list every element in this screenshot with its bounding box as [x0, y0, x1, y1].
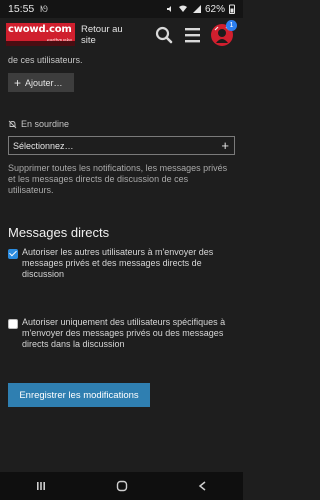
back-to-site-link[interactable]: Retour au site: [81, 24, 131, 46]
status-notification-icon: ᘚ: [40, 3, 48, 14]
allow-specific-users-checkbox[interactable]: [8, 319, 18, 329]
battery-icon: [229, 4, 235, 14]
home-icon[interactable]: [116, 480, 128, 492]
allow-all-messages-label[interactable]: Autoriser les autres utilisateurs à m'en…: [22, 247, 238, 280]
back-icon[interactable]: [197, 480, 209, 492]
site-logo[interactable]: cwowd.com earthquake: [6, 23, 75, 46]
page: 15:55 ᘚ 62% cwowd.com earthquake Ret: [0, 0, 243, 500]
menu-icon[interactable]: [184, 26, 201, 44]
save-changes-button[interactable]: Enregistrer les modifications: [8, 383, 150, 407]
logo-stripe: [6, 41, 75, 46]
bell-off-icon: [8, 120, 17, 128]
section-title-direct-messages: Messages directs: [8, 225, 110, 240]
plus-icon: +: [14, 75, 22, 90]
signal-icon: [192, 5, 201, 13]
site-header: cwowd.com earthquake Retour au site 1: [0, 18, 243, 53]
muted-label-row: En sourdine: [8, 119, 69, 129]
search-icon[interactable]: [155, 26, 173, 44]
status-time: 15:55: [8, 3, 35, 15]
recents-icon[interactable]: [35, 480, 47, 492]
system-nav-bar: [0, 472, 243, 500]
plus-icon[interactable]: +: [221, 138, 229, 153]
intro-text-tail: de ces utilisateurs.: [8, 55, 83, 65]
notification-badge: 1: [226, 20, 237, 31]
add-users-button[interactable]: + Ajouter…: [8, 73, 74, 92]
muted-users-select[interactable]: Sélectionnez… +: [8, 136, 235, 155]
allow-specific-users-label[interactable]: Autoriser uniquement des utilisateurs sp…: [22, 317, 238, 350]
allow-all-messages-checkbox[interactable]: [8, 249, 18, 259]
status-indicators: 62%: [166, 4, 235, 15]
wifi-icon: [178, 5, 187, 12]
add-button-label: Ajouter…: [25, 77, 63, 88]
select-value: Sélectionnez…: [13, 140, 74, 151]
muted-label: En sourdine: [21, 119, 70, 129]
status-bar: 15:55 ᘚ 62%: [0, 0, 243, 18]
mute-icon: [166, 6, 171, 12]
battery-percent: 62%: [204, 3, 225, 15]
logo-text: cwowd.com: [8, 24, 72, 35]
muted-description: Supprimer toutes les notifications, les …: [8, 163, 228, 195]
